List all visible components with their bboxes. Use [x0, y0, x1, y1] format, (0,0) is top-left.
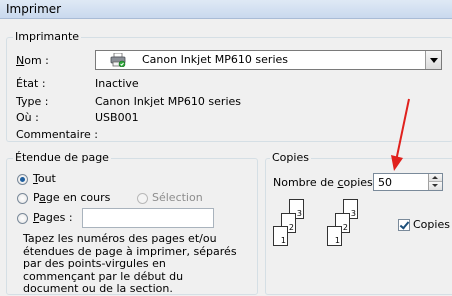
print-dialog: Imprimer Imprimante Nom : Canon Inkjet M… [0, 0, 452, 295]
printer-status-value: Inactive [95, 77, 139, 90]
radio-current-page-label[interactable]: Page en cours [33, 191, 110, 204]
printer-icon [110, 53, 126, 67]
copies-count-label: Nombre de copies : [273, 176, 380, 189]
chevron-down-icon[interactable] [425, 51, 441, 69]
stepper-up-icon[interactable] [428, 174, 442, 182]
radio-selection-label: Sélection [152, 191, 203, 204]
radio-current-page[interactable] [17, 193, 28, 204]
radio-all-pages[interactable] [17, 174, 28, 185]
pages-input[interactable] [82, 208, 214, 228]
printer-status-label: État : [16, 77, 46, 90]
red-arrow-icon [391, 98, 410, 171]
collate-label[interactable]: Copies a [413, 218, 452, 231]
printer-select-value: Canon Inkjet MP610 series [142, 53, 289, 66]
collate-page: 1 [273, 226, 288, 246]
printer-where-value: USB001 [95, 111, 139, 124]
printer-type-value: Canon Inkjet MP610 series [95, 95, 242, 108]
printer-where-label: Où : [16, 111, 39, 124]
title-bar[interactable]: Imprimer [0, 0, 452, 19]
page-range-help-text: Tapez les numéros des pages et/ou étendu… [23, 232, 237, 295]
copies-count-stepper[interactable]: 50 [373, 173, 443, 191]
printer-name-label: Nom : [16, 54, 49, 67]
printer-group-legend: Imprimante [13, 30, 82, 43]
printer-comment-label: Commentaire : [16, 128, 98, 141]
copies-count-value: 50 [378, 176, 392, 189]
window-title: Imprimer [6, 2, 62, 16]
radio-selection [137, 193, 148, 204]
radio-pages-label[interactable]: Pages : [33, 211, 73, 224]
printer-select[interactable]: Canon Inkjet MP610 series [95, 50, 442, 70]
radio-pages[interactable] [17, 213, 28, 224]
page-range-legend: Étendue de page [13, 151, 111, 164]
copies-legend: Copies [270, 151, 311, 164]
stepper-buttons [428, 174, 442, 190]
stepper-down-icon[interactable] [428, 182, 442, 190]
collate-page: 1 [327, 226, 342, 246]
collate-checkbox[interactable] [398, 219, 410, 231]
printer-type-label: Type : [16, 95, 49, 108]
radio-all-pages-label[interactable]: Tout [33, 172, 56, 185]
